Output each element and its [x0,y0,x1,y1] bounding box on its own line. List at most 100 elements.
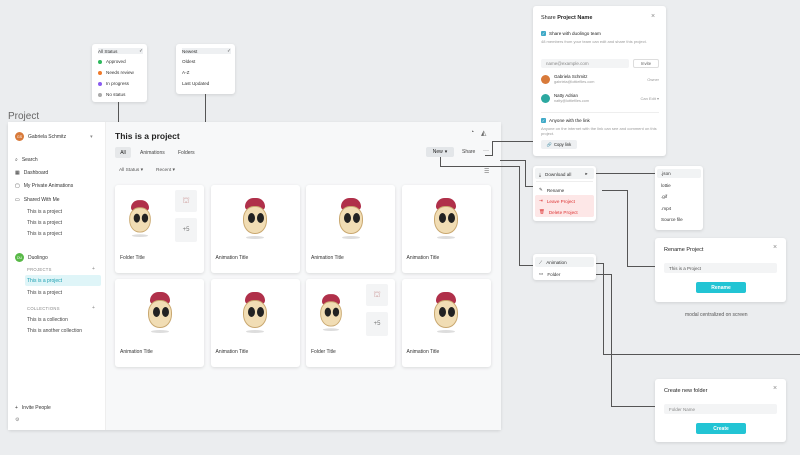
status-option[interactable]: All Status ✓ [98,48,143,54]
check-icon: ✓ [541,31,546,36]
format-option[interactable]: .mp4 [661,206,671,211]
rename-field[interactable]: This is a Project [664,263,777,273]
user-menu[interactable]: GS Gabriela Schmitz ▾ [15,132,93,141]
animation-thumbnail [431,292,461,334]
animation-card[interactable]: Animation Title [210,279,300,367]
download-all-item[interactable]: ⤓ Download all ▸ [539,171,588,177]
format-option[interactable]: Source file [661,217,683,222]
team-switcher[interactable]: DU Duolingo [15,253,48,262]
sidebar-item-private[interactable]: ▢ My Private Animations [15,183,73,189]
sort-option[interactable]: Oldest [182,59,231,64]
share-button[interactable]: Share [462,149,475,155]
add-project-icon[interactable]: + [92,266,95,272]
sort-option[interactable]: A-Z [182,70,231,75]
animation-card[interactable]: Animation Title [210,185,300,273]
folder-card[interactable]: ⛫ +5 Folder Title [115,185,204,273]
close-icon[interactable]: × [773,385,777,392]
sort-option[interactable]: Last Updated [182,81,231,86]
tombstone-icon: ⛫ [373,290,381,299]
copy-link-button[interactable]: 🔗 Copy link [541,140,577,149]
sort-option-label: Last Updated [182,81,210,86]
share-team-checkbox[interactable]: ✓ Share with duolingo team [541,31,601,36]
invite-button[interactable]: Invite [633,59,659,68]
sidebar-shared-project[interactable]: This is a project [27,220,62,226]
search-icon: ⌕ [15,157,18,163]
anyone-link-checkbox[interactable]: ✓ Anyone with the link [541,118,590,123]
status-dot-icon [98,92,102,97]
sidebar-shared-project[interactable]: This is a project [27,209,62,215]
email-field[interactable]: name@example.com [541,59,629,68]
folder-card[interactable]: ⛫ +5 Folder Title [306,279,395,367]
sidebar-item-label: Shared With Me [23,197,60,203]
delete-project-item[interactable]: 🗑 Delete Project [539,209,578,215]
member-avatar [541,94,550,103]
member-name: Natty Adrian [554,93,578,98]
app-window: GS Gabriela Schmitz ▾ ⌕ Search ▦ Dashboa… [8,122,501,430]
rename-title: Rename Project [664,247,704,253]
animation-card[interactable]: Animation Title [401,185,491,273]
new-button[interactable]: New ▾ [426,147,454,157]
status-dropdown: All Status ✓ Approved Needs review In progre… [92,44,147,102]
status-option[interactable]: Approved [98,59,143,64]
sidebar-item-search[interactable]: ⌕ Search [15,157,38,163]
format-option[interactable]: .gif [661,194,667,199]
member-avatar [541,75,550,84]
download-icon: ⤓ [539,171,542,177]
sidebar-item-label: Search [21,157,38,163]
tab-all[interactable]: All [115,147,131,158]
card-title: Animation Title [215,255,249,261]
rename-label: Rename [546,187,565,193]
pencil-icon: ✎ [539,187,543,192]
folder-name-field[interactable]: Folder Name [664,404,777,414]
rename-modal: Rename Project × This is a Project Renam… [655,238,786,302]
help-icon[interactable]: ◔ [470,129,474,136]
create-button[interactable]: Create [696,423,746,434]
sidebar-collection[interactable]: This is a collection [27,317,68,323]
status-dot-icon [98,59,102,64]
format-option[interactable]: lottie [661,183,671,188]
sort-option[interactable]: Newest ✓ [182,48,231,54]
status-option[interactable]: No status [98,92,143,97]
status-option[interactable]: In progress [98,81,143,86]
sidebar-item-dashboard[interactable]: ▦ Dashboard [15,170,48,176]
sidebar-project[interactable]: This is a project [27,290,62,296]
more-options-button[interactable]: ··· [483,148,489,154]
sidebar-item-shared[interactable]: ▭ Shared With Me [15,197,60,203]
team-logo: DU [15,253,24,262]
status-option[interactable]: Needs review [98,70,143,75]
status-option-label: No status [106,92,126,97]
status-filter[interactable]: All Status ▾ [119,168,143,173]
list-view-icon[interactable]: ☰ [484,168,489,175]
invite-people-button[interactable]: + Invite People [15,405,51,411]
settings-icon[interactable]: ⚙ [15,417,19,423]
share-panel: Share Project Name × ✓ Share with duoling… [533,6,666,156]
card-title: Folder Title [120,255,145,261]
sidebar: GS Gabriela Schmitz ▾ ⌕ Search ▦ Dashboa… [8,122,106,430]
sidebar-collection[interactable]: This is another collection [27,328,82,334]
format-option[interactable]: .json [661,171,671,176]
member-role[interactable]: Can Edit ▾ [641,96,659,101]
close-icon[interactable]: × [651,13,655,20]
leave-project-item[interactable]: ⇥ Leave Project [539,198,575,204]
download-label: Download all [545,171,572,177]
animation-card[interactable]: Animation Title [115,279,204,367]
sidebar-item-label: Dashboard [23,170,49,176]
rename-button[interactable]: Rename [696,282,746,293]
animation-card[interactable]: Animation Title [401,279,491,367]
animation-card[interactable]: Animation Title [306,185,395,273]
sidebar-shared-project[interactable]: This is a project [27,231,62,237]
check-icon: ✓ [541,118,546,123]
share-title: Share Project Name [541,15,592,21]
bell-icon[interactable]: ◭ [481,129,486,137]
add-collection-icon[interactable]: + [92,305,95,311]
tab-folders[interactable]: Folders [178,150,195,156]
sort-filter[interactable]: Recent ▾ [156,168,175,173]
close-icon[interactable]: × [773,244,777,251]
new-folder-item[interactable]: ▭ Folder [539,271,560,277]
caption: modal centralized on screen [685,312,748,318]
sidebar-item-label: My Private Animations [23,183,74,189]
rename-item[interactable]: ✎ Rename [539,187,564,193]
new-animation-item[interactable]: ⟋ Animation [539,260,567,265]
tab-animations[interactable]: Animations [140,150,165,156]
sidebar-project-active[interactable]: This is a project [27,278,62,284]
